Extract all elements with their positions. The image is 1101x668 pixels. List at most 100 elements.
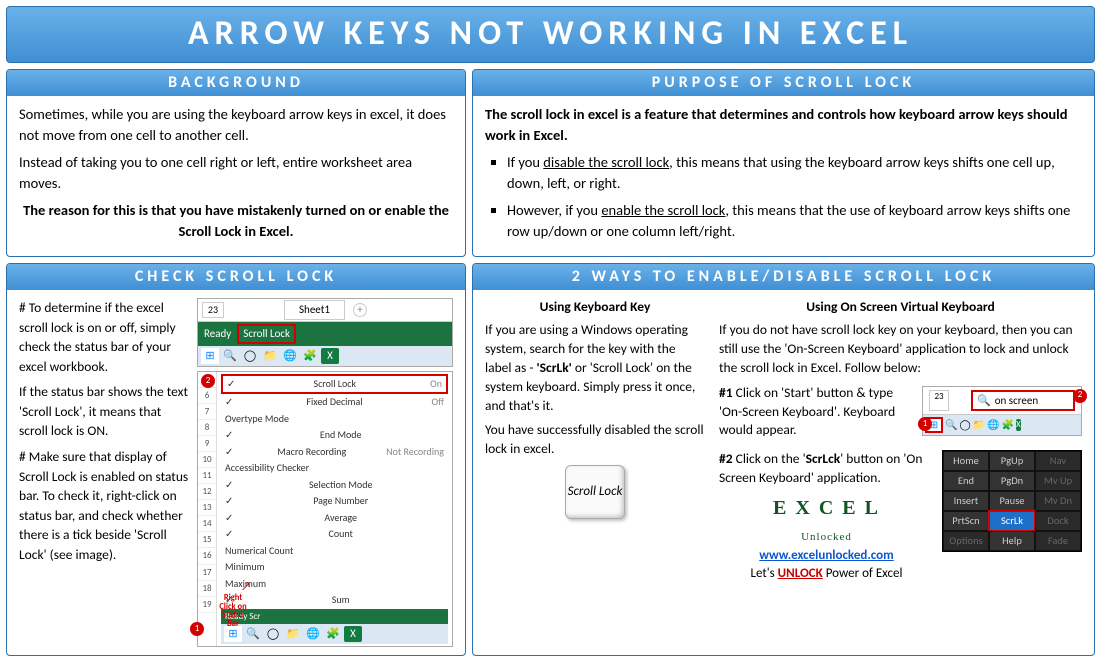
- badge-2: 2: [201, 374, 215, 388]
- osk-key-help: Help: [989, 531, 1035, 551]
- check-panel: CHECK SCROLL LOCK # To determine if the …: [6, 263, 466, 656]
- row-number: 19: [198, 597, 216, 613]
- osk-key-pause: Pause: [989, 491, 1035, 511]
- row-number: 10: [198, 452, 216, 468]
- row-number: 6: [198, 388, 216, 404]
- osk-key-mv-up: Mv Up: [1035, 471, 1081, 491]
- folder-icon: 📁: [261, 348, 279, 364]
- row-number: 15: [198, 532, 216, 548]
- background-panel: BACKGROUND Sometimes, while you are usin…: [6, 69, 466, 257]
- row-number: 23: [202, 302, 224, 319]
- background-header: BACKGROUND: [7, 70, 465, 96]
- context-menu-item: Selection Mode: [221, 477, 448, 494]
- cortana-icon: ◯: [241, 348, 259, 364]
- context-menu-item: Scroll LockOn: [221, 374, 448, 395]
- text: Power of Excel: [823, 566, 903, 581]
- osk-key-home: Home: [943, 451, 989, 471]
- edge-icon: 🌐: [987, 418, 999, 432]
- search-box: 🔍 on screen: [971, 390, 1075, 411]
- osk-key-end: End: [943, 471, 989, 491]
- badge-1: 1: [918, 417, 932, 431]
- ways-panel: 2 WAYS TO ENABLE/DISABLE SCROLL LOCK Usi…: [472, 263, 1095, 656]
- context-menu-item: Sum: [221, 592, 448, 609]
- text: Click on the ': [733, 450, 806, 467]
- brand-tagline: Let's UNLOCK Power of Excel: [719, 565, 934, 583]
- excel-icon: X: [1016, 419, 1021, 432]
- ways-right-intro: If you do not have scroll lock key on yo…: [719, 321, 1082, 378]
- text: Click on 'Start' button & type 'On-Scree…: [719, 384, 895, 439]
- context-menu-item: Macro RecordingNot Recording: [221, 444, 448, 461]
- osk-key-options: Options: [943, 531, 989, 551]
- text: enable the scroll lock: [601, 201, 725, 219]
- context-menu-item: Accessibility Checker: [221, 460, 448, 477]
- row-number: 9: [198, 436, 216, 452]
- row-number: 13: [198, 500, 216, 516]
- windows-icon: ⊞: [201, 348, 219, 364]
- context-menu-item: Count: [221, 526, 448, 543]
- badge-2: 2: [1073, 389, 1087, 403]
- sheet-tab: Sheet1: [284, 300, 345, 320]
- logo-sub: Unlocked: [801, 531, 852, 543]
- check-p2: If the status bar shows the text 'Scroll…: [19, 382, 189, 441]
- text: #1: [719, 384, 733, 401]
- add-sheet-icon: +: [353, 303, 367, 317]
- context-menu-item: Numerical Count: [221, 543, 448, 560]
- context-menu-item: Average: [221, 510, 448, 527]
- search-text: on screen: [995, 393, 1038, 408]
- row-number: 11: [198, 468, 216, 484]
- search-icon: 🔍: [221, 348, 239, 364]
- check-p3: # Make sure that display of Scroll Lock …: [19, 447, 189, 564]
- context-menu-mock: 5678910111213141516171819 2 1 ↗ Right Cl…: [197, 371, 453, 647]
- page-title: ARROW KEYS NOT WORKING IN EXCEL: [6, 6, 1095, 63]
- status-bar: Ready Scr: [221, 609, 448, 624]
- context-menu-item: Fixed DecimalOff: [221, 394, 448, 411]
- excel-icon: X: [321, 348, 339, 364]
- purpose-li2: However, if you enable the scroll lock, …: [507, 200, 1082, 242]
- context-menu-item: Minimum: [221, 559, 448, 576]
- osk-key-prtscn: PrtScn: [943, 511, 989, 531]
- background-p2: Instead of taking you to one cell right …: [19, 152, 453, 194]
- text: #2: [719, 450, 733, 467]
- purpose-li1: If you disable the scroll lock, this mea…: [507, 152, 1082, 194]
- background-p1: Sometimes, while you are using the keybo…: [19, 104, 453, 146]
- app-icon: 🧩: [1002, 418, 1014, 432]
- ways-left-p2: You have successfully disabled the scrol…: [485, 421, 705, 459]
- osk-key-fade: Fade: [1035, 531, 1081, 551]
- ways-left-title: Using Keyboard Key: [485, 298, 705, 317]
- badge-1: 1: [190, 622, 204, 636]
- ways-header: 2 WAYS TO ENABLE/DISABLE SCROLL LOCK: [473, 264, 1094, 290]
- text: UNLOCK: [778, 566, 823, 581]
- check-header: CHECK SCROLL LOCK: [7, 264, 465, 290]
- row-number: 17: [198, 565, 216, 581]
- osk-key-pgdn: PgDn: [989, 471, 1035, 491]
- text: ScrLck: [806, 450, 841, 467]
- ways-osk-col: Using On Screen Virtual Keyboard If you …: [719, 298, 1082, 584]
- taskbar: ⊞🔍◯📁🌐🧩X: [221, 624, 448, 644]
- status-ready: Ready: [204, 326, 231, 342]
- search-icon: 🔍: [977, 393, 991, 408]
- row-number: 8: [198, 420, 216, 436]
- start-search-mock: 23 🔍 on screen 2 1 ⊞ 🔍: [922, 386, 1082, 436]
- folder-icon: 📁: [973, 418, 985, 432]
- brand-url[interactable]: www.excelunlocked.com: [719, 547, 934, 565]
- edge-icon: 🌐: [281, 348, 299, 364]
- row-number: 7: [198, 404, 216, 420]
- osk-key-nav: Nav: [1035, 451, 1081, 471]
- status-bar-mock: 23 Sheet1 + Ready Scroll Lock ⊞ 🔍 ◯: [197, 298, 453, 367]
- text: If you: [507, 153, 543, 171]
- scroll-lock-keycap: Scroll Lock: [565, 465, 625, 519]
- row-number: 14: [198, 516, 216, 532]
- ways-right-title: Using On Screen Virtual Keyboard: [719, 298, 1082, 317]
- osk-key-pgup: PgUp: [989, 451, 1035, 471]
- ways-step2: #2 Click on the 'ScrLck' button on 'On S…: [719, 450, 934, 488]
- ways-left-p1: If you are using a Windows operating sys…: [485, 321, 705, 415]
- app-icon: 🧩: [301, 348, 319, 364]
- background-reason: The reason for this is that you have mis…: [19, 200, 453, 242]
- text: However, if you: [507, 201, 601, 219]
- search-icon: 🔍: [945, 418, 957, 432]
- osk-key-mv-dn: Mv Dn: [1035, 491, 1081, 511]
- text: disable the scroll lock: [543, 153, 669, 171]
- on-screen-keyboard-mock: HomePgUpNavEndPgDnMv UpInsertPauseMv DnP…: [942, 450, 1082, 552]
- ways-keyboard-col: Using Keyboard Key If you are using a Wi…: [485, 298, 705, 584]
- context-menu-item: Maximum: [221, 576, 448, 593]
